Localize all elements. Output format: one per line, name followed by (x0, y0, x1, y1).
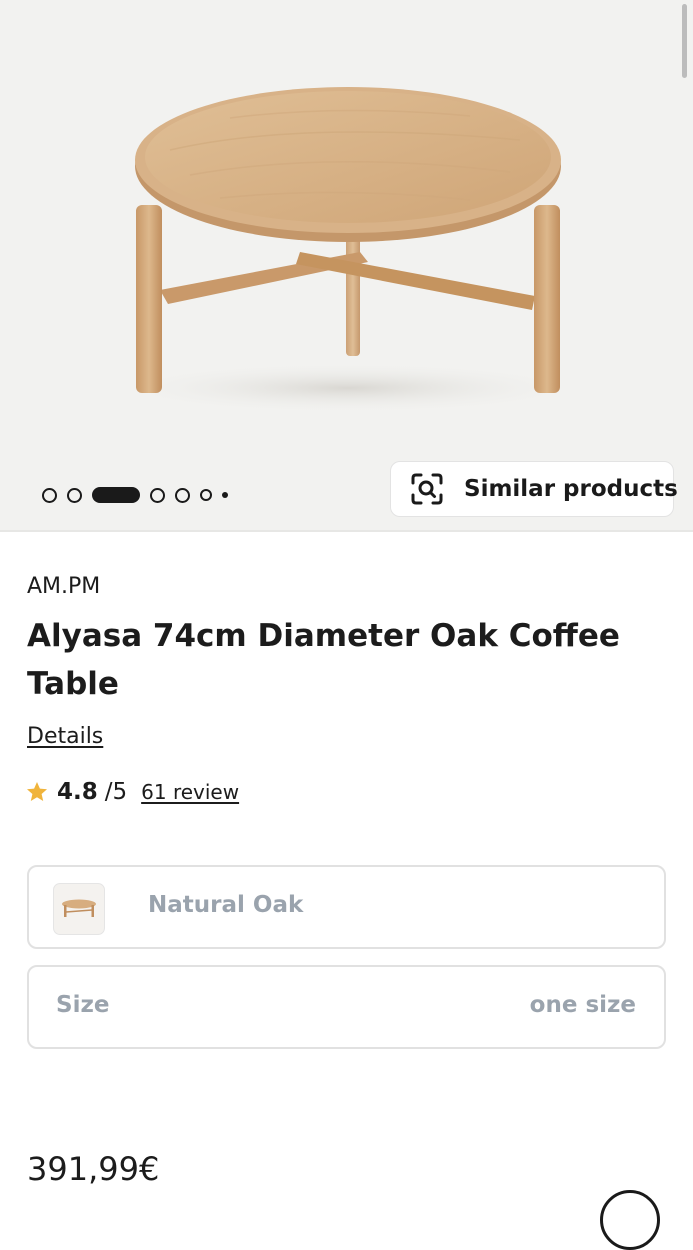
carousel-dot[interactable] (222, 492, 228, 498)
carousel-dot[interactable] (67, 487, 82, 503)
similar-products-button[interactable]: Similar products (390, 461, 678, 517)
color-option-label: Natural Oak (148, 892, 304, 918)
details-link[interactable]: Details (27, 724, 103, 749)
size-label: Size (56, 992, 110, 1018)
scrollbar[interactable] (682, 4, 687, 78)
color-swatch (53, 883, 105, 935)
similar-products-label: Similar products (464, 476, 678, 502)
color-selector[interactable]: Natural Oak (27, 865, 666, 949)
carousel-dot[interactable] (42, 487, 57, 503)
size-selector[interactable]: Size one size (27, 965, 666, 1049)
rating: 4.8 /5 61 review (25, 776, 239, 808)
carousel-dots[interactable] (42, 484, 238, 506)
visual-search-icon (410, 471, 444, 507)
rating-value: 4.8 (57, 779, 98, 805)
carousel-dot[interactable] (150, 487, 165, 503)
brand-name[interactable]: AM.PM (27, 574, 100, 599)
coffee-table-thumbnail-icon (62, 899, 96, 917)
floating-action-button[interactable] (600, 1190, 660, 1250)
product-image-gallery[interactable]: Similar products (0, 0, 693, 532)
carousel-dot-active[interactable] (92, 487, 140, 503)
product-title: Alyasa 74cm Diameter Oak Coffee Table (27, 618, 620, 702)
product-price: 391,99€ (27, 1150, 160, 1188)
product-image[interactable] (0, 0, 693, 532)
star-icon (27, 782, 47, 801)
reviews-link[interactable]: 61 review (141, 780, 239, 804)
carousel-dot[interactable] (175, 487, 190, 503)
size-value: one size (529, 992, 636, 1018)
rating-max: /5 (104, 779, 128, 805)
divider (0, 530, 693, 532)
carousel-dot[interactable] (200, 489, 212, 501)
